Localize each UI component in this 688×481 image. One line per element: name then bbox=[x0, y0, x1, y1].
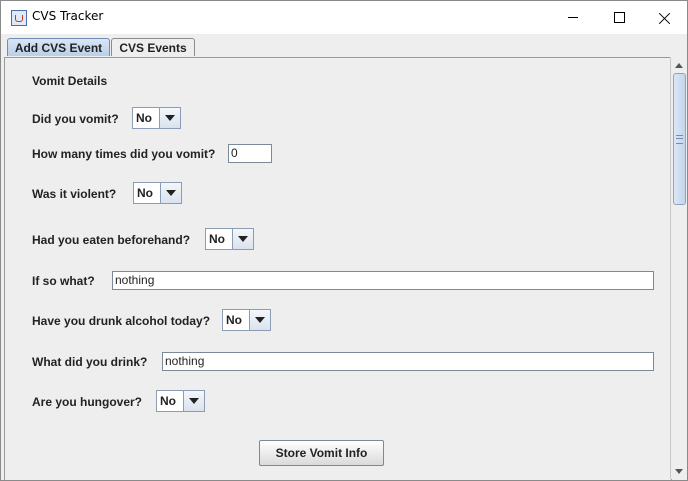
vertical-scrollbar[interactable] bbox=[670, 57, 687, 479]
minimize-button[interactable] bbox=[550, 1, 596, 34]
section-title: Vomit Details bbox=[32, 74, 108, 88]
eaten-label: Had you eaten beforehand? bbox=[32, 233, 191, 247]
vomit-label: Did you vomit? bbox=[32, 112, 119, 126]
chevron-down-icon[interactable] bbox=[160, 183, 181, 203]
eaten-select-value: No bbox=[209, 232, 225, 246]
vomit-details-form: Vomit Details Did you vomit? No How many… bbox=[4, 57, 672, 480]
maximize-icon bbox=[613, 12, 625, 23]
alcohol-label: Have you drunk alcohol today? bbox=[32, 314, 211, 328]
violent-label: Was it violent? bbox=[32, 187, 117, 201]
scroll-up-icon[interactable] bbox=[673, 58, 685, 72]
food-label: If so what? bbox=[32, 274, 95, 288]
times-input[interactable]: 0 bbox=[228, 144, 272, 163]
drink-label: What did you drink? bbox=[32, 355, 148, 369]
times-label: How many times did you vomit? bbox=[32, 147, 216, 161]
close-button[interactable] bbox=[642, 1, 687, 34]
vomit-select[interactable]: No bbox=[132, 107, 181, 129]
chevron-down-icon[interactable] bbox=[232, 229, 253, 249]
title-bar[interactable]: CVS Tracker bbox=[1, 1, 687, 34]
hungover-select-value: No bbox=[160, 394, 176, 408]
alcohol-select-value: No bbox=[226, 313, 242, 327]
eaten-select[interactable]: No bbox=[205, 228, 254, 250]
hungover-select[interactable]: No bbox=[156, 390, 205, 412]
chevron-down-icon[interactable] bbox=[159, 108, 180, 128]
maximize-button[interactable] bbox=[596, 1, 642, 34]
hungover-label: Are you hungover? bbox=[32, 395, 143, 409]
close-icon bbox=[659, 12, 671, 24]
app-window: CVS Tracker Add CVS Event CVS Events Vom… bbox=[0, 0, 688, 481]
java-cup-icon bbox=[11, 10, 27, 26]
violent-select-value: No bbox=[137, 186, 153, 200]
tab-cvs-events[interactable]: CVS Events bbox=[111, 38, 195, 56]
minimize-icon bbox=[568, 17, 578, 18]
chevron-down-icon[interactable] bbox=[183, 391, 204, 411]
scrollbar-thumb[interactable] bbox=[673, 73, 686, 205]
food-input[interactable]: nothing bbox=[112, 271, 654, 290]
tab-add-cvs-event[interactable]: Add CVS Event bbox=[7, 38, 110, 56]
store-vomit-info-button[interactable]: Store Vomit Info bbox=[259, 440, 384, 466]
vomit-select-value: No bbox=[136, 111, 152, 125]
chevron-down-icon[interactable] bbox=[249, 310, 270, 330]
scroll-down-icon[interactable] bbox=[673, 464, 685, 478]
grip-icon bbox=[676, 135, 683, 144]
window-title: CVS Tracker bbox=[32, 9, 104, 23]
violent-select[interactable]: No bbox=[133, 182, 182, 204]
drink-input[interactable]: nothing bbox=[162, 352, 654, 371]
alcohol-select[interactable]: No bbox=[222, 309, 271, 331]
tab-bar: Add CVS Event CVS Events bbox=[1, 34, 687, 58]
